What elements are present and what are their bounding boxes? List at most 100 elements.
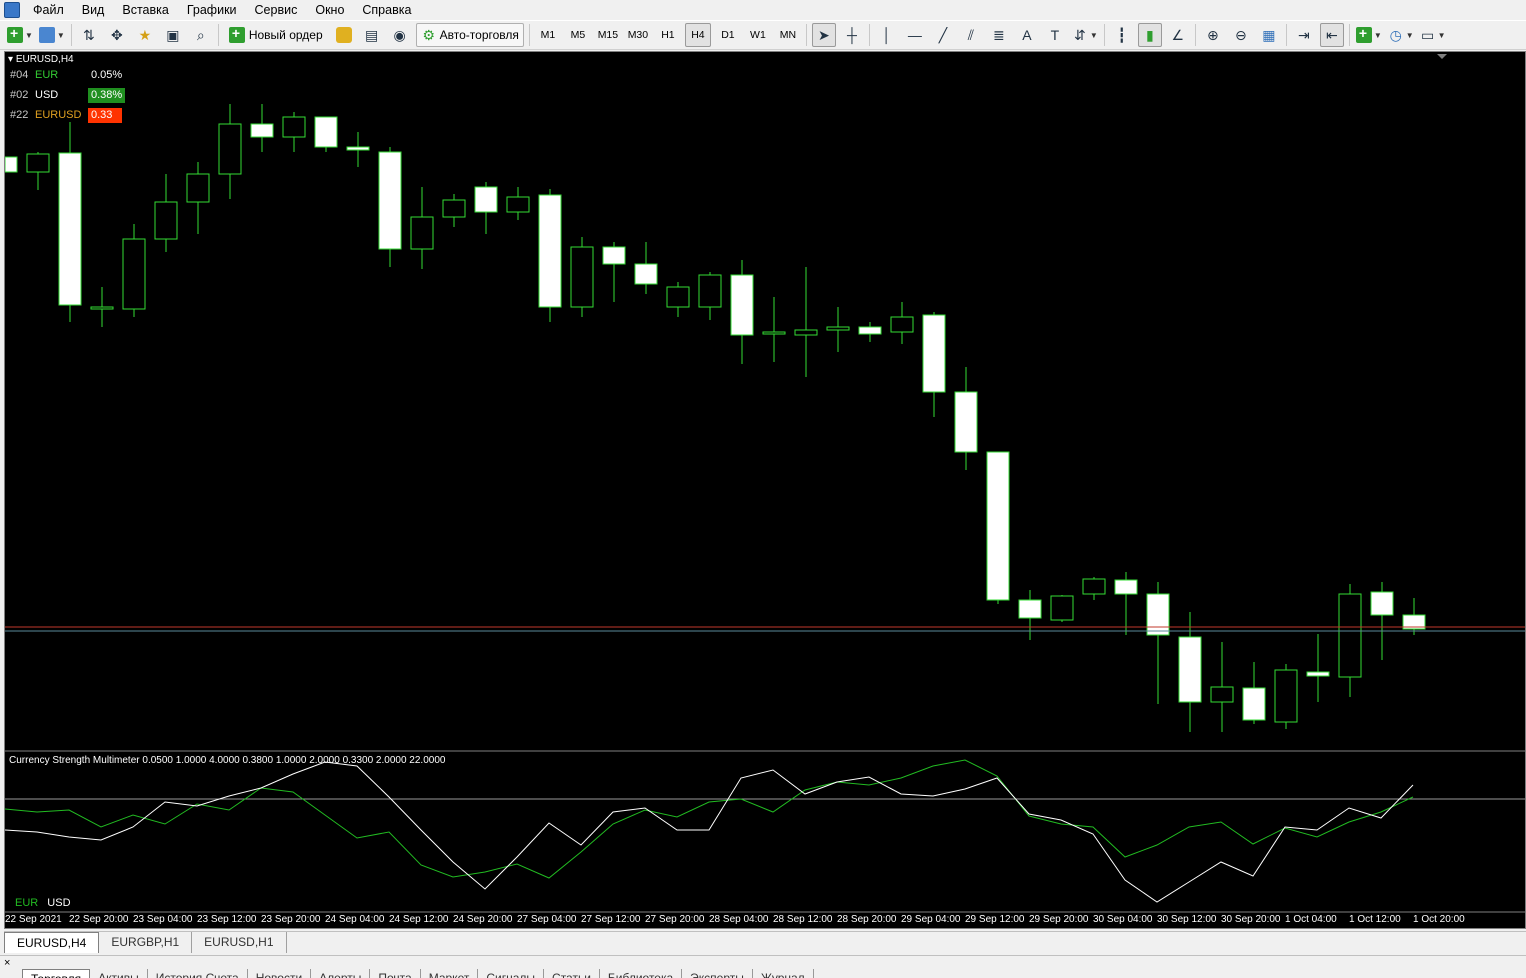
terminal-tab[interactable]: Библиотека <box>600 969 683 978</box>
terminal-tab[interactable]: Маркет <box>421 969 479 978</box>
terminal-tab[interactable]: Активы <box>90 969 148 978</box>
chart-symbol-title[interactable]: ▾ EURUSD,H4 <box>8 54 74 65</box>
chart-tab-eurusd-h4[interactable]: EURUSD,H4 <box>4 932 100 953</box>
cursor-button[interactable]: ➤ <box>811 23 836 47</box>
autoscroll-button[interactable]: ⇥ <box>1292 23 1316 47</box>
tile-windows-button[interactable]: ▦ <box>1257 23 1281 47</box>
menu-window[interactable]: Окно <box>306 0 353 20</box>
text-letter-icon: A <box>1022 27 1032 43</box>
terminal-tab[interactable]: Эксперты <box>682 969 753 978</box>
metaeditor-button[interactable] <box>332 23 356 47</box>
time-axis-label: 30 Sep 12:00 <box>1157 914 1217 925</box>
profiles-icon <box>38 27 55 43</box>
signals-button[interactable]: ◉ <box>388 23 412 47</box>
crosshair-button[interactable]: ┼ <box>840 23 864 47</box>
chart-tab-eurusd-h1[interactable]: EURUSD,H1 <box>192 932 287 953</box>
terminal-tab[interactable]: Алерты <box>311 969 371 978</box>
timeframe-d1-button[interactable]: D1 <box>715 23 741 47</box>
menu-file[interactable]: Файл <box>24 0 73 20</box>
navigator-button[interactable]: ✥ <box>105 23 129 47</box>
fibonacci-button[interactable]: ≣ <box>987 23 1011 47</box>
server-icon: ▤ <box>365 27 379 43</box>
autotrading-button[interactable]: ⚙ Авто-торговля <box>415 23 524 47</box>
candle-body <box>186 173 210 203</box>
chart-canvas[interactable] <box>5 52 1525 928</box>
legend-usd: USD <box>47 897 71 909</box>
new-order-button[interactable]: Новый ордер <box>224 23 328 47</box>
chevron-down-icon: ▼ <box>25 30 33 40</box>
candle-body <box>922 314 946 393</box>
terminal-tab[interactable]: Статьи <box>544 969 600 978</box>
templates-button[interactable]: ▭ ▼ <box>1419 23 1447 47</box>
timeframe-mn-button[interactable]: MN <box>775 23 801 47</box>
vps-button[interactable]: ▤ <box>360 23 384 47</box>
candle-body <box>1210 686 1234 703</box>
trendline-button[interactable]: ╱ <box>931 23 955 47</box>
candlestick-button[interactable]: ▮ <box>1137 23 1162 47</box>
line-chart-button[interactable]: ∠ <box>1166 23 1190 47</box>
candle-body <box>634 263 658 285</box>
timeframe-m5-button[interactable]: M5 <box>565 23 591 47</box>
text-label-button[interactable]: T <box>1043 23 1067 47</box>
menu-charts[interactable]: Графики <box>178 0 246 20</box>
chart-menu-arrow-icon: ▾ <box>8 54 16 65</box>
strength-rank: #04 <box>10 69 29 81</box>
timeframe-m1-button[interactable]: M1 <box>535 23 561 47</box>
terminal-tab[interactable]: Сигналы <box>478 969 545 978</box>
terminal-tab[interactable]: Журнал <box>753 969 814 978</box>
candle-body <box>1242 687 1266 721</box>
indicators-button[interactable]: ▼ <box>1355 23 1383 47</box>
new-chart-button[interactable]: ▼ <box>6 23 34 47</box>
strength-value: 0.05% <box>91 68 123 81</box>
terminal-tab[interactable]: История Счета <box>148 969 248 978</box>
candle-body <box>730 274 754 336</box>
time-axis-label: 27 Sep 12:00 <box>581 914 641 925</box>
toolbar-separator <box>868 24 870 46</box>
arrows-button[interactable]: ⇵ ▼ <box>1071 23 1099 47</box>
new-order-label: Новый ордер <box>248 28 323 42</box>
candle-body <box>1082 578 1106 595</box>
candle-body <box>250 123 274 138</box>
chart-window[interactable]: ▾ EURUSD,H4 #04 EUR 0.05% #02 USD 0.38% … <box>4 51 1526 929</box>
periods-button[interactable]: ◷ ▼ <box>1387 23 1415 47</box>
zoom-in-button[interactable]: ⊕ <box>1201 23 1225 47</box>
menu-view[interactable]: Вид <box>73 0 114 20</box>
profiles-button[interactable]: ▼ <box>38 23 66 47</box>
strategy-tester-button[interactable]: ⌕ <box>189 23 213 47</box>
terminal-tab[interactable]: Торговля <box>22 969 91 978</box>
terminal-tab[interactable]: Новости <box>248 969 312 978</box>
timeframe-h4-button[interactable]: H4 <box>684 23 711 47</box>
time-axis-label: 22 Sep 2021 <box>5 914 62 925</box>
menu-help[interactable]: Справка <box>353 0 420 20</box>
menu-insert[interactable]: Вставка <box>113 0 177 20</box>
timeframe-h1-button[interactable]: H1 <box>655 23 681 47</box>
terminal-tab[interactable]: Почта <box>370 969 421 978</box>
market-watch-button[interactable]: ⇅ <box>77 23 101 47</box>
close-icon[interactable]: × <box>4 957 10 969</box>
menu-tools[interactable]: Сервис <box>246 0 307 20</box>
bar-chart-button[interactable]: ┇ <box>1110 23 1134 47</box>
timeframe-m15-button[interactable]: M15 <box>595 23 621 47</box>
time-axis-label: 1 Oct 20:00 <box>1413 914 1465 925</box>
eur-strength-line <box>5 759 1414 879</box>
chart-shift-button[interactable]: ⇤ <box>1319 23 1344 47</box>
horizontal-line-button[interactable]: — <box>903 23 927 47</box>
candle-body <box>122 238 146 310</box>
new-chart-icon <box>7 25 23 43</box>
timeframe-w1-button[interactable]: W1 <box>745 23 771 47</box>
text-button[interactable]: A <box>1015 23 1039 47</box>
toolbar-separator <box>217 24 219 46</box>
zoom-out-button[interactable]: ⊖ <box>1229 23 1253 47</box>
channel-button[interactable]: ⫽ <box>959 23 983 47</box>
timeframe-m30-button[interactable]: M30 <box>625 23 651 47</box>
time-axis-label: 30 Sep 20:00 <box>1221 914 1281 925</box>
favorites-button[interactable]: ★ <box>133 23 157 47</box>
strength-currency: EUR <box>35 69 59 81</box>
candle-body <box>282 116 306 138</box>
chart-tab-eurgbp-h1[interactable]: EURGBP,H1 <box>99 932 193 953</box>
time-axis-label: 1 Oct 04:00 <box>1285 914 1337 925</box>
candle-body <box>218 123 242 175</box>
terminal-button[interactable]: ▣ <box>161 23 185 47</box>
vertical-line-button[interactable]: │ <box>875 23 899 47</box>
candle-body <box>474 186 498 213</box>
